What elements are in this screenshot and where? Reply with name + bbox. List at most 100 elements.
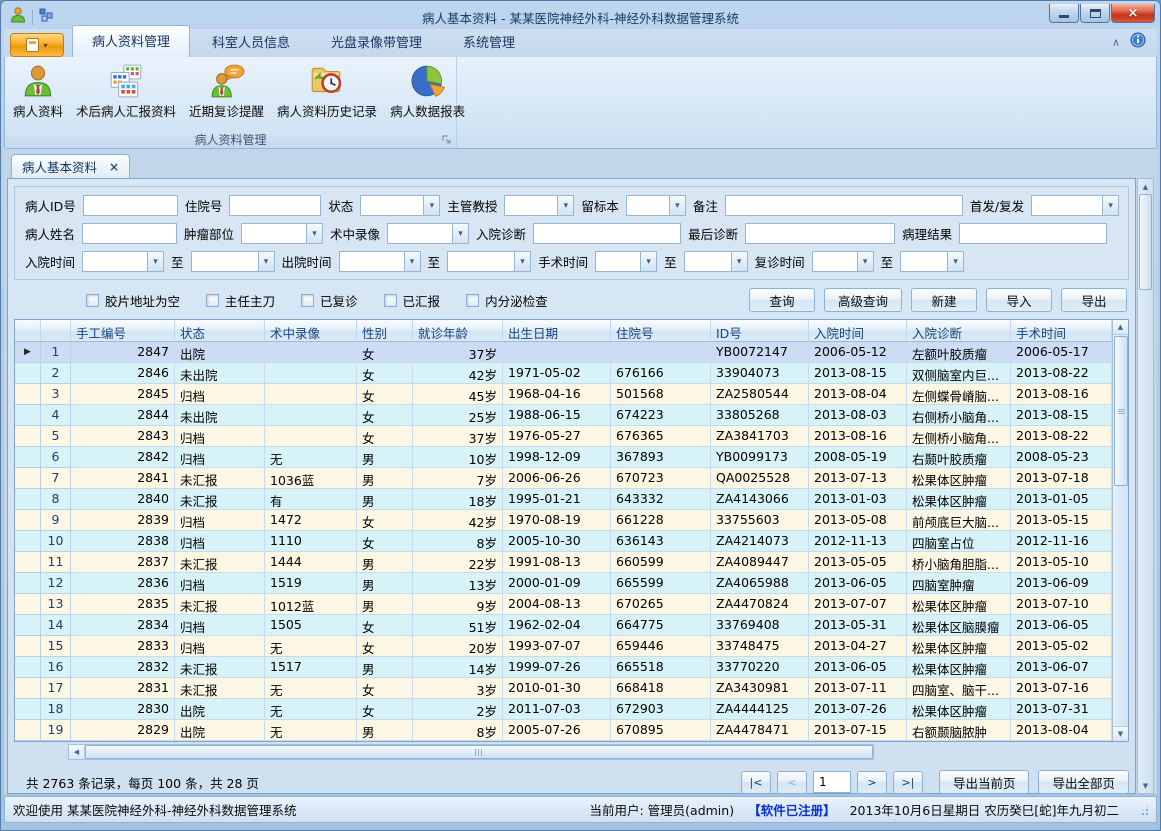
- registration-status-link[interactable]: 【软件已注册】: [748, 800, 836, 819]
- surgery-time-from-combo[interactable]: ▾: [595, 251, 657, 272]
- patient-name-input[interactable]: [82, 223, 177, 244]
- panel-scroll-thumb[interactable]: [1139, 194, 1152, 290]
- remark-input[interactable]: [725, 195, 963, 216]
- close-button[interactable]: ×: [1111, 4, 1155, 23]
- table-row[interactable]: 172831未汇报无女3岁2010-01-30668418ZA343098120…: [15, 678, 1112, 699]
- tab-close-icon[interactable]: ×: [109, 160, 119, 174]
- column-header-visit-age[interactable]: 就诊年龄: [413, 320, 503, 342]
- table-row[interactable]: 162832未汇报1517男14岁1999-07-266655183377022…: [15, 657, 1112, 678]
- table-row[interactable]: 142834归档1505女51岁1962-02-0466477533769408…: [15, 615, 1112, 636]
- table-row[interactable]: 112837未汇报1444男22岁1991-08-13660599ZA40894…: [15, 552, 1112, 573]
- document-tab-patient-basic-info[interactable]: 病人基本资料 ×: [11, 154, 130, 178]
- ribbon-tab-staff-info[interactable]: 科室人员信息: [193, 27, 309, 57]
- export-all-pages-button[interactable]: 导出全部页: [1038, 770, 1129, 794]
- collapse-ribbon-icon[interactable]: ∧: [1112, 37, 1120, 48]
- ribbon-button-data-report[interactable]: 病人数据报表: [384, 60, 471, 122]
- ribbon-tab-patient-management[interactable]: 病人资料管理: [72, 25, 190, 57]
- discharge-time-to-combo[interactable]: ▾: [447, 251, 531, 272]
- pager-prev-button[interactable]: <: [777, 771, 807, 794]
- table-row[interactable]: 152833归档无女20岁1993-07-0765944633748475201…: [15, 636, 1112, 657]
- scroll-up-icon[interactable]: ▲: [1113, 320, 1128, 335]
- horizontal-scroll-thumb[interactable]: [85, 745, 873, 759]
- column-header-gender[interactable]: 性别: [357, 320, 413, 342]
- checkbox-revisited[interactable]: 已复诊: [301, 291, 358, 310]
- scroll-down-icon[interactable]: ▼: [1139, 779, 1152, 792]
- grid-horizontal-scrollbar[interactable]: ◀: [68, 744, 874, 760]
- table-row[interactable]: 22846未出院女42岁1971-05-02676166339040732013…: [15, 363, 1112, 384]
- scroll-left-icon[interactable]: ◀: [69, 745, 85, 759]
- application-menu-button[interactable]: ▾: [10, 33, 64, 57]
- admission-diagnosis-input[interactable]: [533, 223, 681, 244]
- admission-time-from-combo[interactable]: ▾: [82, 251, 164, 272]
- export-button[interactable]: 导出: [1061, 288, 1127, 312]
- pager-first-button[interactable]: |<: [741, 771, 771, 794]
- table-row[interactable]: 32845归档女45岁1968-04-16501568ZA25805442013…: [15, 384, 1112, 405]
- table-row[interactable]: 192829出院无男8岁2005-07-26670895ZA4478471201…: [15, 720, 1112, 741]
- column-header-id-no[interactable]: ID号: [711, 320, 809, 342]
- table-row[interactable]: 122836归档1519男13岁2000-01-09665599ZA406598…: [15, 573, 1112, 594]
- new-button[interactable]: 新建: [911, 288, 977, 312]
- checkbox-chief-surgeon[interactable]: 主任主刀: [206, 291, 275, 310]
- help-info-icon[interactable]: [1130, 32, 1146, 52]
- table-row[interactable]: 82840未汇报有男18岁1995-01-21643332ZA414306620…: [15, 489, 1112, 510]
- advanced-query-button[interactable]: 高级查询: [824, 288, 902, 312]
- vertical-scroll-thumb[interactable]: [1114, 336, 1128, 486]
- table-row[interactable]: ▶12847出院女37岁YB00721472006-05-12左额叶胶质瘤200…: [15, 342, 1112, 363]
- ribbon-tab-system-management[interactable]: 系统管理: [444, 27, 534, 57]
- discharge-time-from-combo[interactable]: ▾: [339, 251, 421, 272]
- checkbox-film-address-empty[interactable]: 胶片地址为空: [86, 291, 180, 310]
- first-recurrence-combo[interactable]: ▾: [1031, 195, 1119, 216]
- column-header-status[interactable]: 状态: [175, 320, 265, 342]
- revisit-time-to-combo[interactable]: ▾: [900, 251, 964, 272]
- surgery-time-to-combo[interactable]: ▾: [684, 251, 748, 272]
- table-row[interactable]: 72841未汇报1036蓝男7岁2006-06-26670723QA002552…: [15, 468, 1112, 489]
- table-row[interactable]: 92839归档1472女42岁1970-08-19661228337556032…: [15, 510, 1112, 531]
- dialog-launcher-icon[interactable]: [441, 134, 452, 145]
- pager-next-button[interactable]: >: [857, 771, 887, 794]
- surgery-video-combo[interactable]: ▾: [387, 223, 469, 244]
- panel-scrollbar[interactable]: ▲ ▼: [1137, 178, 1154, 794]
- admission-time-to-combo[interactable]: ▾: [191, 251, 275, 272]
- table-row[interactable]: 52843归档女37岁1976-05-27676365ZA38417032013…: [15, 426, 1112, 447]
- checkbox-endocrine-exam[interactable]: 内分泌检查: [466, 291, 548, 310]
- pager-page-input[interactable]: [813, 771, 851, 793]
- column-header-admission-time[interactable]: 入院时间: [809, 320, 907, 342]
- table-row[interactable]: 102838归档1110女8岁2005-10-30636143ZA4214073…: [15, 531, 1112, 552]
- minimize-button[interactable]: [1049, 4, 1079, 23]
- pathology-result-input[interactable]: [959, 223, 1107, 244]
- table-row[interactable]: 42844未出院女25岁1988-06-15674223338052682013…: [15, 405, 1112, 426]
- resize-grip-icon[interactable]: [1137, 804, 1148, 815]
- specimen-combo[interactable]: ▾: [626, 195, 686, 216]
- import-button[interactable]: 导入: [986, 288, 1052, 312]
- column-header-birth-date[interactable]: 出生日期: [503, 320, 611, 342]
- ribbon-button-revisit-reminder[interactable]: 近期复诊提醒: [183, 60, 270, 122]
- column-header-inpatient-no[interactable]: 住院号: [611, 320, 711, 342]
- pager-last-button[interactable]: >|: [893, 771, 923, 794]
- maximize-button[interactable]: [1080, 4, 1110, 23]
- window-layout-icon[interactable]: [38, 7, 54, 27]
- tumor-site-combo[interactable]: ▾: [241, 223, 323, 244]
- patient-id-input[interactable]: [83, 195, 178, 216]
- table-row[interactable]: 62842归档无男10岁1998-12-09367893YB0099173200…: [15, 447, 1112, 468]
- ribbon-button-patient-info[interactable]: 病人资料: [7, 60, 69, 122]
- column-header-manual-no[interactable]: 手工编号: [71, 320, 175, 342]
- chief-professor-combo[interactable]: ▾: [504, 195, 574, 216]
- inpatient-no-input[interactable]: [229, 195, 321, 216]
- final-diagnosis-input[interactable]: [745, 223, 895, 244]
- column-header-admission-diagnosis[interactable]: 入院诊断: [907, 320, 1011, 342]
- scroll-up-icon[interactable]: ▲: [1139, 180, 1152, 193]
- revisit-time-from-combo[interactable]: ▾: [812, 251, 874, 272]
- table-row[interactable]: 182830出院无女2岁2011-07-03672903ZA4444125201…: [15, 699, 1112, 720]
- ribbon-button-postop-report[interactable]: 术后病人汇报资料: [70, 60, 182, 122]
- table-row[interactable]: 132835未汇报1012蓝男9岁2004-08-13670265ZA44708…: [15, 594, 1112, 615]
- query-button[interactable]: 查询: [749, 288, 815, 312]
- status-combo[interactable]: ▾: [360, 195, 440, 216]
- ribbon-tab-media-management[interactable]: 光盘录像带管理: [312, 27, 441, 57]
- column-header-surgery-time[interactable]: 手术时间: [1011, 320, 1112, 342]
- scroll-down-icon[interactable]: ▼: [1113, 726, 1128, 741]
- grid-vertical-scrollbar[interactable]: ▲ ▼: [1112, 320, 1128, 741]
- column-header-surgery-video[interactable]: 术中录像: [265, 320, 357, 342]
- ribbon-button-history-record[interactable]: 病人资料历史记录: [271, 60, 383, 122]
- checkbox-reported[interactable]: 已汇报: [384, 291, 441, 310]
- export-current-page-button[interactable]: 导出当前页: [939, 770, 1030, 794]
